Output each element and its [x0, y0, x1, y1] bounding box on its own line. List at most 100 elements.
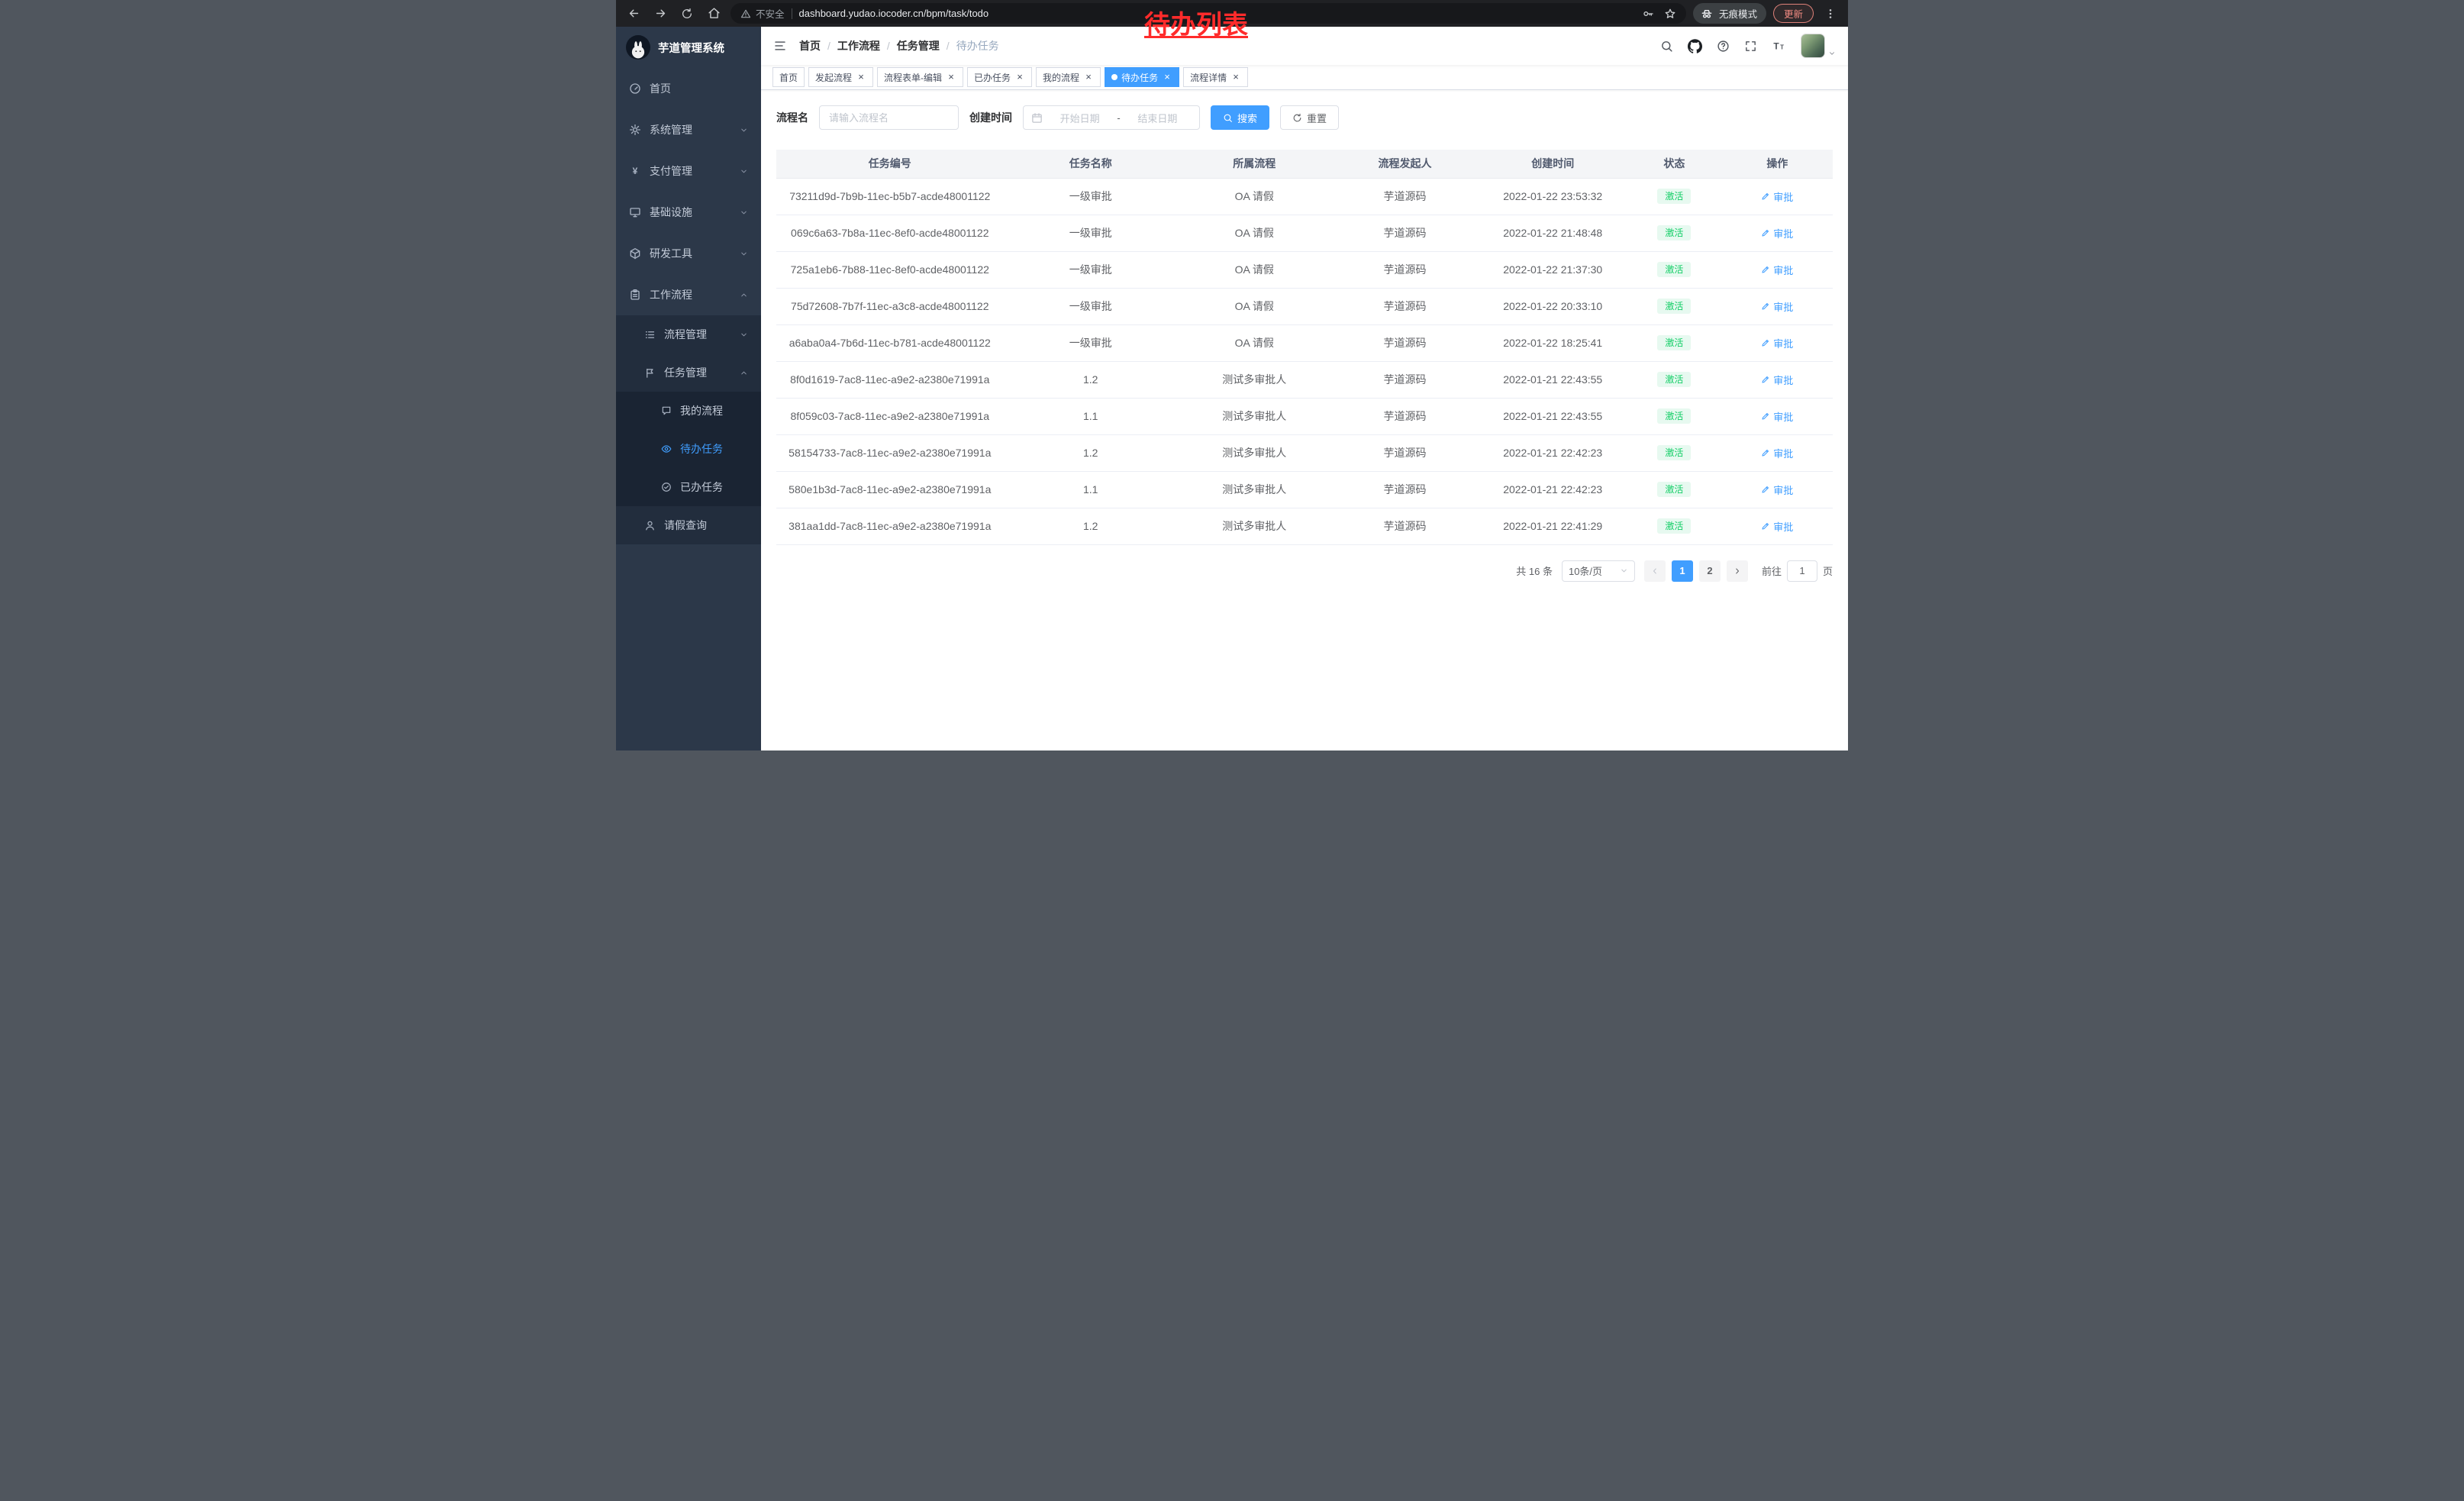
tab[interactable]: 待办任务 × [1105, 67, 1179, 87]
breadcrumb-home[interactable]: 首页 [799, 38, 821, 53]
sidebar-item-todo-tasks[interactable]: 待办任务 [616, 430, 761, 468]
help-button[interactable] [1717, 40, 1730, 53]
page-size-select[interactable]: 10条/页 [1562, 560, 1635, 582]
approve-link[interactable]: 审批 [1761, 483, 1793, 497]
sidebar-item-payment[interactable]: ¥ 支付管理 [616, 150, 761, 192]
tab[interactable]: 流程详情 × [1183, 67, 1248, 87]
cell-actions: 审批 [1722, 251, 1833, 288]
cell-actions: 审批 [1722, 434, 1833, 471]
chevron-down-icon [740, 250, 748, 258]
approve-link[interactable]: 审批 [1761, 336, 1793, 350]
sidebar-item-home[interactable]: 首页 [616, 68, 761, 109]
edit-pencil-icon [1761, 412, 1770, 421]
sidebar-item-process-mgmt[interactable]: 流程管理 [616, 315, 761, 353]
process-name-input[interactable] [819, 105, 959, 130]
cell-process: 测试多审批人 [1178, 434, 1331, 471]
page-button-1[interactable]: 1 [1672, 560, 1693, 582]
chevron-up-icon [740, 369, 748, 377]
browser-forward-button[interactable] [650, 4, 670, 24]
warning-triangle-icon [740, 8, 751, 19]
cell-initiator: 芋道源码 [1331, 324, 1479, 361]
prev-page-button[interactable] [1644, 560, 1666, 582]
cube-icon [629, 247, 641, 260]
browser-reload-button[interactable] [677, 4, 697, 24]
sidebar-item-done-tasks[interactable]: 已办任务 [616, 468, 761, 506]
page-button-2[interactable]: 2 [1699, 560, 1721, 582]
cell-task-id: 8f059c03-7ac8-11ec-a9e2-a2380e71991a [776, 398, 1004, 434]
tab[interactable]: 我的流程 × [1036, 67, 1101, 87]
browser-back-button[interactable] [624, 4, 643, 24]
approve-link[interactable]: 审批 [1761, 226, 1793, 240]
tab[interactable]: 发起流程 × [808, 67, 873, 87]
approve-link[interactable]: 审批 [1761, 299, 1793, 314]
chevron-down-icon [740, 208, 748, 217]
fullscreen-button[interactable] [1744, 40, 1757, 53]
reset-button-label: 重置 [1307, 111, 1327, 125]
sidebar-item-devtools[interactable]: 研发工具 [616, 233, 761, 274]
sidebar-logo[interactable]: 芋道管理系统 [616, 27, 761, 68]
approve-link[interactable]: 审批 [1761, 373, 1793, 387]
cell-process: 测试多审批人 [1178, 471, 1331, 508]
user-menu[interactable] [1801, 34, 1836, 58]
flag-icon [644, 367, 656, 379]
cell-status: 激活 [1627, 471, 1722, 508]
tab[interactable]: 流程表单-编辑 × [877, 67, 963, 87]
approve-link[interactable]: 审批 [1761, 409, 1793, 424]
approve-link-label: 审批 [1773, 263, 1793, 277]
password-key-icon[interactable] [1642, 8, 1654, 20]
breadcrumb-task-mgmt[interactable]: 任务管理 [897, 38, 940, 53]
github-icon [1688, 39, 1702, 53]
approve-link[interactable]: 审批 [1761, 189, 1793, 204]
chevron-down-icon [740, 331, 748, 339]
bookmark-star-icon[interactable] [1664, 8, 1676, 20]
header-search-button[interactable] [1660, 40, 1673, 53]
edit-pencil-icon [1761, 521, 1770, 531]
breadcrumb-workflow[interactable]: 工作流程 [837, 38, 880, 53]
search-button[interactable]: 搜索 [1211, 105, 1269, 130]
sidebar-toggle-button[interactable] [773, 39, 787, 53]
sidebar-item-my-process[interactable]: 我的流程 [616, 392, 761, 430]
cell-initiator: 芋道源码 [1331, 178, 1479, 215]
goto-page-input[interactable] [1787, 560, 1817, 582]
yen-icon: ¥ [629, 165, 641, 177]
cell-task-name: 1.2 [1004, 508, 1178, 544]
sidebar-item-task-mgmt[interactable]: 任务管理 [616, 353, 761, 392]
browser-update-button[interactable]: 更新 [1773, 4, 1814, 23]
cell-create-time: 2022-01-21 22:41:29 [1479, 508, 1627, 544]
sidebar-item-workflow[interactable]: 工作流程 [616, 274, 761, 315]
date-range-picker[interactable]: 开始日期 - 结束日期 [1023, 105, 1200, 130]
cell-initiator: 芋道源码 [1331, 288, 1479, 324]
sidebar-item-label: 已办任务 [680, 479, 723, 495]
sidebar-item-infra[interactable]: 基础设施 [616, 192, 761, 233]
font-size-button[interactable]: TT [1772, 39, 1786, 53]
browser-menu-button[interactable] [1821, 4, 1840, 24]
approve-link[interactable]: 审批 [1761, 519, 1793, 534]
cell-task-id: a6aba0a4-7b6d-11ec-b781-acde48001122 [776, 324, 1004, 361]
tab-close-icon[interactable]: × [1083, 72, 1094, 82]
sidebar-item-system[interactable]: 系统管理 [616, 109, 761, 150]
tab[interactable]: 首页 × [772, 67, 805, 87]
cell-task-id: 069c6a63-7b8a-11ec-8ef0-acde48001122 [776, 215, 1004, 251]
tab-close-icon[interactable]: × [1162, 72, 1172, 82]
approve-link[interactable]: 审批 [1761, 263, 1793, 277]
incognito-badge[interactable]: 无痕模式 [1693, 3, 1766, 24]
browser-home-button[interactable] [704, 4, 724, 24]
cell-task-id: 8f0d1619-7ac8-11ec-a9e2-a2380e71991a [776, 361, 1004, 398]
tab[interactable]: 已办任务 × [967, 67, 1032, 87]
github-button[interactable] [1688, 39, 1702, 53]
tab-close-icon[interactable]: × [946, 72, 956, 82]
breadcrumb-separator: / [887, 40, 890, 52]
breadcrumb-separator: / [947, 40, 950, 52]
tab-close-icon[interactable]: × [1014, 72, 1025, 82]
tab-close-icon[interactable]: × [1230, 72, 1241, 82]
tab-label: 我的流程 [1043, 71, 1079, 84]
approve-link[interactable]: 审批 [1761, 446, 1793, 460]
approve-link-label: 审批 [1773, 446, 1793, 460]
reset-button[interactable]: 重置 [1280, 105, 1339, 130]
table-row: 73211d9d-7b9b-11ec-b5b7-acde48001122 一级审… [776, 178, 1833, 215]
sidebar-item-leave-query[interactable]: 请假查询 [616, 506, 761, 544]
next-page-button[interactable] [1727, 560, 1748, 582]
tab-close-icon[interactable]: × [856, 72, 866, 82]
security-chip[interactable]: 不安全 [740, 6, 785, 21]
col-task-name: 任务名称 [1004, 150, 1178, 178]
